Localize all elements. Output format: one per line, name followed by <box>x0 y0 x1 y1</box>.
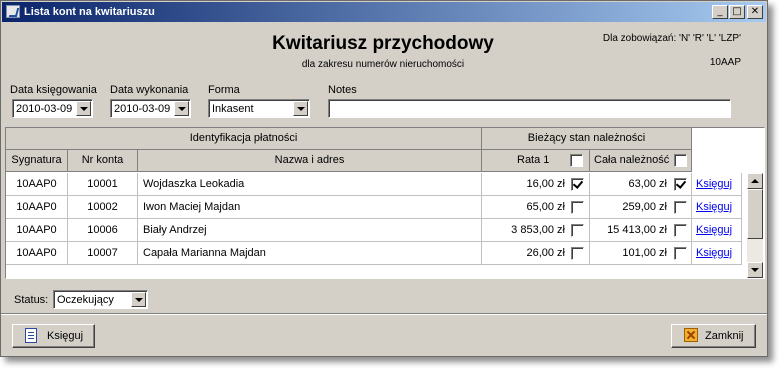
obligations-info: Dla zobowiązań: 'N' 'R' 'L' 'LZP' <box>602 33 741 44</box>
footer-divider <box>1 313 767 315</box>
status-select[interactable]: Oczekujący <box>53 290 148 309</box>
post-row-link[interactable]: Księguj <box>696 224 732 236</box>
execution-date-select[interactable]: 2010-03-09 <box>110 99 191 118</box>
chevron-down-icon[interactable] <box>293 101 308 116</box>
scroll-thumb[interactable] <box>747 189 763 239</box>
page-subtitle: dla zakresu numerów nieruchomości <box>301 59 465 70</box>
scroll-up-button[interactable] <box>747 173 763 189</box>
total-checkbox[interactable] <box>674 178 687 191</box>
posting-date-label: Data księgowania <box>10 84 97 96</box>
post-row-link[interactable]: Księguj <box>696 178 732 190</box>
maximize-button[interactable]: □ <box>729 5 745 19</box>
document-icon <box>25 328 37 343</box>
execution-date-label: Data wykonania <box>110 84 189 96</box>
form-select[interactable]: Inkasent <box>208 99 310 118</box>
close-dialog-button[interactable]: Zamknij <box>671 324 756 348</box>
installment-select-all-checkbox[interactable] <box>570 154 583 167</box>
close-icon <box>684 328 698 342</box>
title-bar[interactable]: Lista kont na kwitariuszu _ □ ✕ <box>2 2 766 22</box>
form-label: Forma <box>208 84 240 96</box>
minimize-button[interactable]: _ <box>712 5 728 19</box>
table-scrollbar[interactable] <box>747 173 763 278</box>
group-header-identification: Identyfikacja płatności <box>6 128 482 150</box>
column-header-name-address[interactable]: Nazwa i adres <box>138 150 482 172</box>
installment-checkbox[interactable] <box>571 178 584 191</box>
installment-checkbox[interactable] <box>571 201 584 214</box>
posting-date-select[interactable]: 2010-03-09 <box>12 99 93 118</box>
scroll-down-button[interactable] <box>747 262 763 278</box>
column-header-installment[interactable]: Rata 1 <box>482 150 590 172</box>
notes-input[interactable] <box>328 99 731 118</box>
total-checkbox[interactable] <box>674 247 687 260</box>
installment-checkbox[interactable] <box>571 247 584 260</box>
total-select-all-checkbox[interactable] <box>674 154 687 167</box>
column-header-account-no[interactable]: Nr konta <box>68 150 138 172</box>
app-window: Lista kont na kwitariuszu _ □ ✕ Kwitariu… <box>0 0 768 357</box>
total-checkbox[interactable] <box>674 201 687 214</box>
receipt-code: 10AAP <box>709 57 741 68</box>
app-icon <box>6 5 20 18</box>
chevron-down-icon[interactable] <box>174 101 189 116</box>
report-header: Kwitariusz przychodowy dla zakresu numer… <box>5 25 761 77</box>
group-header-current-state: Bieżący stan należności <box>482 128 692 150</box>
status-label: Status: <box>14 294 49 306</box>
chevron-down-icon[interactable] <box>76 101 91 116</box>
accounts-table: Identyfikacja płatności Bieżący stan nal… <box>5 127 765 279</box>
total-checkbox[interactable] <box>674 224 687 237</box>
column-header-signature[interactable]: Sygnatura <box>6 150 68 172</box>
column-header-total[interactable]: Cała należność <box>590 150 692 172</box>
chevron-down-icon[interactable] <box>131 292 146 307</box>
window-title: Lista kont na kwitariuszu <box>24 6 155 18</box>
post-button[interactable]: Księguj <box>12 324 95 348</box>
close-button[interactable]: ✕ <box>747 5 763 19</box>
installment-checkbox[interactable] <box>571 224 584 237</box>
post-row-link[interactable]: Księguj <box>696 247 732 259</box>
notes-label: Notes <box>328 84 357 96</box>
post-row-link[interactable]: Księguj <box>696 201 732 213</box>
